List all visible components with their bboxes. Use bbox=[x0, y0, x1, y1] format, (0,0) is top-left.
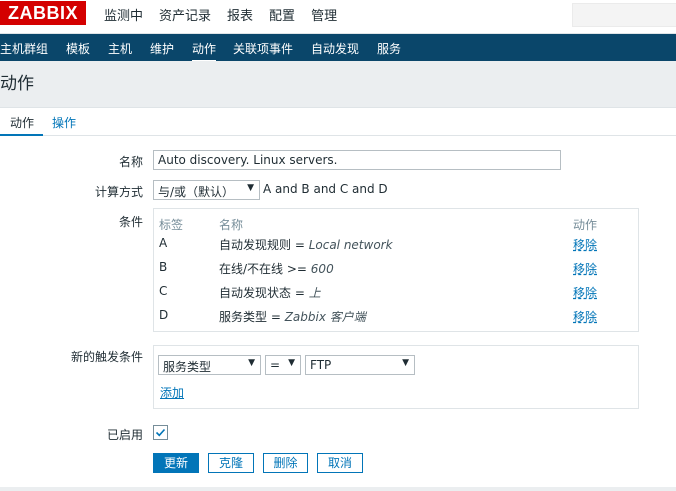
condition-value-value: FTP bbox=[310, 358, 332, 372]
remove-link[interactable]: 移除 bbox=[573, 284, 597, 301]
page-header: 动作 bbox=[0, 61, 676, 99]
footer bbox=[0, 487, 676, 491]
header-name: 名称 bbox=[219, 218, 244, 232]
search-input[interactable] bbox=[572, 3, 676, 27]
header-tag: 标签 bbox=[159, 218, 184, 232]
update-button[interactable]: 更新 bbox=[153, 453, 199, 473]
top-nav-configuration[interactable]: 配置 bbox=[269, 5, 295, 24]
condition-value-select[interactable]: FTP ▼ bbox=[305, 355, 415, 375]
sub-nav: 主机群组 模板 主机 维护 动作 关联项事件 自动发现 服务 bbox=[0, 34, 676, 62]
page-title: 动作 bbox=[0, 74, 34, 94]
condition-type-value: 服务类型 bbox=[163, 360, 212, 374]
remove-link[interactable]: 移除 bbox=[573, 260, 597, 277]
calc-label: 计算方式 bbox=[94, 185, 143, 199]
cond-name: 在线/不在线 >= 600 bbox=[219, 262, 334, 276]
remove-link[interactable]: 移除 bbox=[573, 308, 597, 325]
sub-nav-correlation[interactable]: 关联项事件 bbox=[233, 40, 293, 57]
enabled-label: 已启用 bbox=[106, 428, 143, 442]
top-nav-administration[interactable]: 管理 bbox=[311, 5, 337, 24]
top-nav: 监测中 资产记录 报表 配置 管理 bbox=[104, 5, 353, 24]
sub-nav-hosts[interactable]: 主机 bbox=[108, 40, 132, 57]
cond-tag: B bbox=[159, 260, 168, 274]
top-bar: ZABBIX 监测中 资产记录 报表 配置 管理 bbox=[0, 0, 676, 34]
condition-operator-select[interactable]: = ▼ bbox=[265, 355, 301, 375]
top-nav-reports[interactable]: 报表 bbox=[227, 5, 253, 24]
cancel-button[interactable]: 取消 bbox=[317, 453, 363, 473]
add-condition-link[interactable]: 添加 bbox=[160, 384, 184, 401]
new-condition-box: 服务类型 ▼ = ▼ FTP ▼ 添加 bbox=[153, 345, 639, 409]
sub-nav-discovery[interactable]: 自动发现 bbox=[311, 40, 359, 57]
cond-tag: D bbox=[159, 308, 169, 322]
tab-bar: 动作 操作 bbox=[0, 108, 676, 136]
cond-tag: C bbox=[159, 284, 168, 298]
tab-action[interactable]: 动作 bbox=[0, 114, 44, 136]
top-nav-monitoring[interactable]: 监测中 bbox=[104, 5, 143, 24]
new-condition-label: 新的触发条件 bbox=[70, 350, 143, 364]
calc-formula: A and B and C and D bbox=[263, 182, 388, 196]
sub-nav-host-groups[interactable]: 主机群组 bbox=[0, 40, 48, 57]
cond-name: 服务类型 = Zabbix 客户端 bbox=[219, 310, 366, 324]
sub-nav-actions[interactable]: 动作 bbox=[192, 40, 217, 62]
remove-link[interactable]: 移除 bbox=[573, 236, 597, 253]
condition-operator-value: = bbox=[270, 358, 281, 372]
enabled-checkbox[interactable] bbox=[153, 425, 168, 440]
conditions-label: 条件 bbox=[118, 215, 143, 229]
chevron-down-icon: ▼ bbox=[247, 183, 254, 193]
check-icon bbox=[155, 428, 166, 437]
calc-select-value: 与/或（默认） bbox=[158, 185, 235, 199]
delete-button[interactable]: 删除 bbox=[263, 453, 308, 473]
top-nav-inventory[interactable]: 资产记录 bbox=[159, 5, 211, 24]
name-input[interactable] bbox=[153, 150, 561, 170]
clone-button[interactable]: 克隆 bbox=[208, 453, 254, 473]
chevron-down-icon: ▼ bbox=[402, 358, 409, 368]
condition-type-select[interactable]: 服务类型 ▼ bbox=[158, 355, 261, 375]
chevron-down-icon: ▼ bbox=[248, 358, 255, 368]
cond-name: 自动发现状态 = 上 bbox=[219, 286, 321, 300]
name-label: 名称 bbox=[118, 155, 143, 169]
sub-nav-maintenance[interactable]: 维护 bbox=[150, 40, 174, 57]
zabbix-logo[interactable]: ZABBIX bbox=[0, 1, 86, 25]
cond-tag: A bbox=[159, 236, 168, 250]
sub-nav-services[interactable]: 服务 bbox=[377, 40, 401, 57]
calc-select[interactable]: 与/或（默认） ▼ bbox=[153, 180, 260, 200]
chevron-down-icon: ▼ bbox=[288, 358, 295, 368]
header-action: 动作 bbox=[573, 218, 598, 232]
svg-text:ZABBIX: ZABBIX bbox=[8, 3, 78, 23]
form-container: 动作 操作 名称 计算方式 与/或（默认） ▼ A and B and C an… bbox=[0, 107, 676, 487]
tab-operations[interactable]: 操作 bbox=[52, 114, 76, 131]
sub-nav-templates[interactable]: 模板 bbox=[66, 40, 90, 57]
conditions-table: 标签 名称 动作 A 自动发现规则 = Local network 移除 B 在… bbox=[153, 208, 639, 332]
cond-name: 自动发现规则 = Local network bbox=[219, 238, 393, 252]
